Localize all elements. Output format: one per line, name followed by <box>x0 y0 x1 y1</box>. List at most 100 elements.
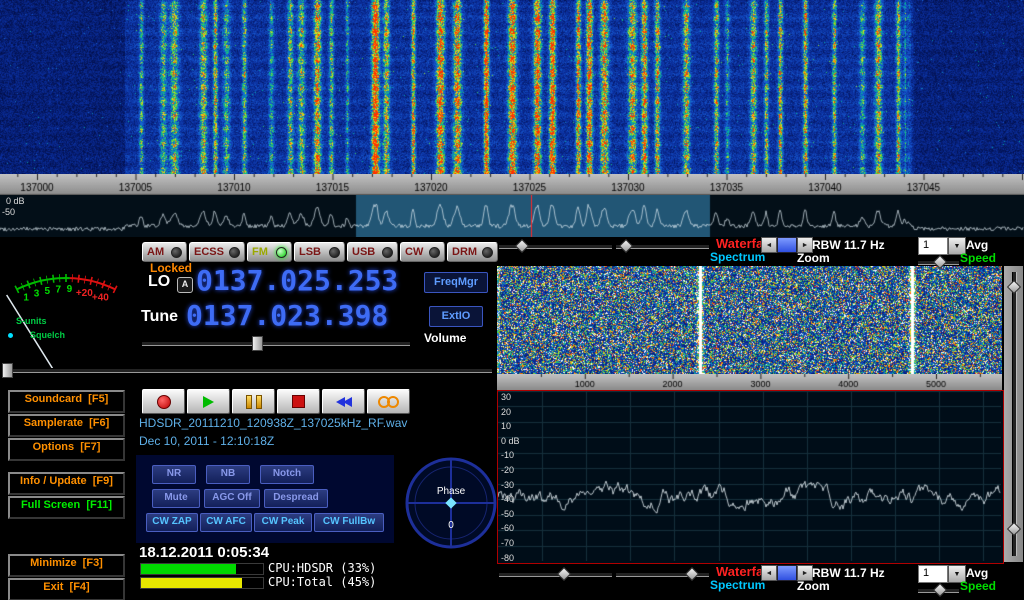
dsp-button-cw-fullbw[interactable]: CW FullBw <box>314 513 384 532</box>
avg-label: Avg <box>966 566 988 580</box>
cpu-hdsdr-bar <box>140 563 264 575</box>
lo-lock-badge[interactable]: A <box>177 277 193 293</box>
stop-button[interactable] <box>277 389 320 414</box>
sidebar-button-minimize[interactable]: Minimize [F3] <box>8 554 125 577</box>
zoom-label: Zoom <box>797 251 830 265</box>
rx-db-scale-label: -80 <box>501 553 514 563</box>
rx-db-scale-label: 30 <box>501 392 511 402</box>
pause-icon <box>256 395 262 409</box>
brightness-slider-track[interactable] <box>499 572 612 577</box>
volume-slider-thumb[interactable] <box>252 336 263 351</box>
mode-button-label: CW <box>405 246 423 258</box>
dsp-button-despread[interactable]: Despread <box>264 489 328 508</box>
contrast-slider-thumb[interactable] <box>685 567 699 581</box>
rx-db-scale-label: -60 <box>501 523 514 533</box>
pause-button[interactable] <box>232 389 275 414</box>
s-meter-dial: 13579+20+40 <box>2 240 138 372</box>
spectrum-tab[interactable]: Spectrum <box>710 250 765 264</box>
rx-db-scale-label: -10 <box>501 450 514 460</box>
zoom-left-arrow[interactable]: ◄ <box>761 565 777 581</box>
play-button[interactable] <box>187 389 230 414</box>
rx-frequency-ruler[interactable] <box>497 374 1002 390</box>
dsp-button-mute[interactable]: Mute <box>152 489 200 508</box>
lo-frequency-display[interactable]: 0137.025.253 <box>196 264 398 297</box>
mode-button-label: AM <box>147 246 164 258</box>
zoom-scroll-thumb[interactable] <box>777 237 797 253</box>
zoom-scroll-thumb[interactable] <box>777 565 797 581</box>
cpu-hdsdr-text: CPU:HDSDR (33%) <box>268 561 376 575</box>
s-meter-tick <box>90 277 92 285</box>
cpu-total-bar-fill <box>141 578 242 588</box>
mode-button-lsb[interactable]: LSB <box>294 242 345 262</box>
main-spectrum-display[interactable]: 0 dB -50 <box>0 195 1024 237</box>
sidebar-button-fullscreen[interactable]: Full Screen [F11] <box>8 496 125 519</box>
mode-button-drm[interactable]: DRM <box>447 242 498 262</box>
s-meter-tick <box>40 277 42 285</box>
dsp-button-cw-zap[interactable]: CW ZAP <box>146 513 198 532</box>
dsp-button-nr[interactable]: NR <box>152 465 196 484</box>
cpu-total-bar <box>140 577 264 589</box>
rewind-button[interactable] <box>322 389 365 414</box>
main-frequency-ruler[interactable] <box>0 174 1024 195</box>
loop-icon <box>387 396 399 408</box>
dsp-button-nb[interactable]: NB <box>206 465 250 484</box>
s-meter-tick <box>53 275 54 283</box>
rx-controls-top: WaterfallSpectrum◄►ZoomRBW 11.7 Hz1▼AvgS… <box>497 236 1024 266</box>
brightness-slider-thumb[interactable] <box>557 567 571 581</box>
avg-label: Avg <box>966 238 988 252</box>
rbw-label: RBW 11.7 Hz <box>812 566 885 580</box>
sidebar-button-options[interactable]: Options [F7] <box>8 438 125 461</box>
sidebar-button-info-update[interactable]: Info / Update [F9] <box>8 472 125 495</box>
offset-slider-thumb[interactable] <box>1007 522 1021 536</box>
rx-spectrum-display[interactable]: 3020100 dB-10-20-30-40-50-60-70-80 <box>497 390 1004 564</box>
sidebar-button-exit[interactable]: Exit [F4] <box>8 578 125 600</box>
contrast-slider-track[interactable] <box>1012 272 1017 556</box>
recording-filename: HDSDR_20111210_120938Z_137025kHz_RF.wav <box>139 416 407 430</box>
main-spectrum-db-top-label: 0 dB <box>6 196 25 206</box>
mode-led-icon <box>429 247 440 258</box>
main-spectrum-db-mid-label: -50 <box>2 207 15 217</box>
mode-button-ecss[interactable]: ECSS <box>189 242 245 262</box>
tune-frequency-display[interactable]: 0137.023.398 <box>186 299 388 332</box>
spectrum-tab[interactable]: Spectrum <box>710 578 765 592</box>
avg-dropdown[interactable]: 1▼ <box>918 237 966 255</box>
extio-button[interactable]: ExtIO <box>429 306 483 327</box>
stop-icon <box>292 395 305 408</box>
dsp-button-agc-off[interactable]: AGC Off <box>204 489 260 508</box>
squelch-label[interactable]: Squelch <box>30 330 65 340</box>
contrast-slider-thumb[interactable] <box>619 239 633 253</box>
dsp-button-cw-peak[interactable]: CW Peak <box>254 513 312 532</box>
s-units-label: S-units <box>16 316 47 326</box>
mode-button-am[interactable]: AM <box>142 242 187 262</box>
avg-dropdown[interactable]: 1▼ <box>918 565 966 583</box>
mode-button-fm[interactable]: FM <box>247 242 292 262</box>
zoom-left-arrow[interactable]: ◄ <box>761 237 777 253</box>
mode-led-icon <box>276 247 287 258</box>
brightness-slider-thumb[interactable] <box>515 239 529 253</box>
mode-button-usb[interactable]: USB <box>347 242 398 262</box>
main-waterfall-display[interactable] <box>0 0 1024 174</box>
lo-label: LO <box>148 273 170 291</box>
play-icon <box>203 396 214 408</box>
mode-button-cw[interactable]: CW <box>400 242 445 262</box>
freqmgr-button[interactable]: FreqMgr <box>424 272 488 293</box>
loop-button[interactable] <box>367 389 410 414</box>
dsp-button-cw-afc[interactable]: CW AFC <box>200 513 252 532</box>
mode-led-icon <box>171 247 182 258</box>
speed-slider-thumb[interactable] <box>933 583 947 597</box>
volume-slider[interactable] <box>142 341 410 346</box>
squelch-slider[interactable] <box>2 368 492 373</box>
contrast-slider-thumb[interactable] <box>1007 280 1021 294</box>
sidebar-button-samplerate[interactable]: Samplerate [F6] <box>8 414 125 437</box>
hdsdr-app-window: 0 dB -50 13579+20+40 S-units Squelch AM E… <box>0 0 1024 600</box>
rx-db-scale-label: -40 <box>501 494 514 504</box>
mode-button-label: DRM <box>452 246 477 258</box>
rx-db-scale-label: -20 <box>501 465 514 475</box>
dsp-button-notch[interactable]: Notch <box>260 465 314 484</box>
rbw-label: RBW 11.7 Hz <box>812 238 885 252</box>
sidebar-button-soundcard[interactable]: Soundcard [F5] <box>8 390 125 413</box>
rx-waterfall-display[interactable] <box>497 266 1002 374</box>
record-button[interactable] <box>142 389 185 414</box>
squelch-slider-thumb[interactable] <box>2 363 13 378</box>
volume-label: Volume <box>424 331 466 345</box>
